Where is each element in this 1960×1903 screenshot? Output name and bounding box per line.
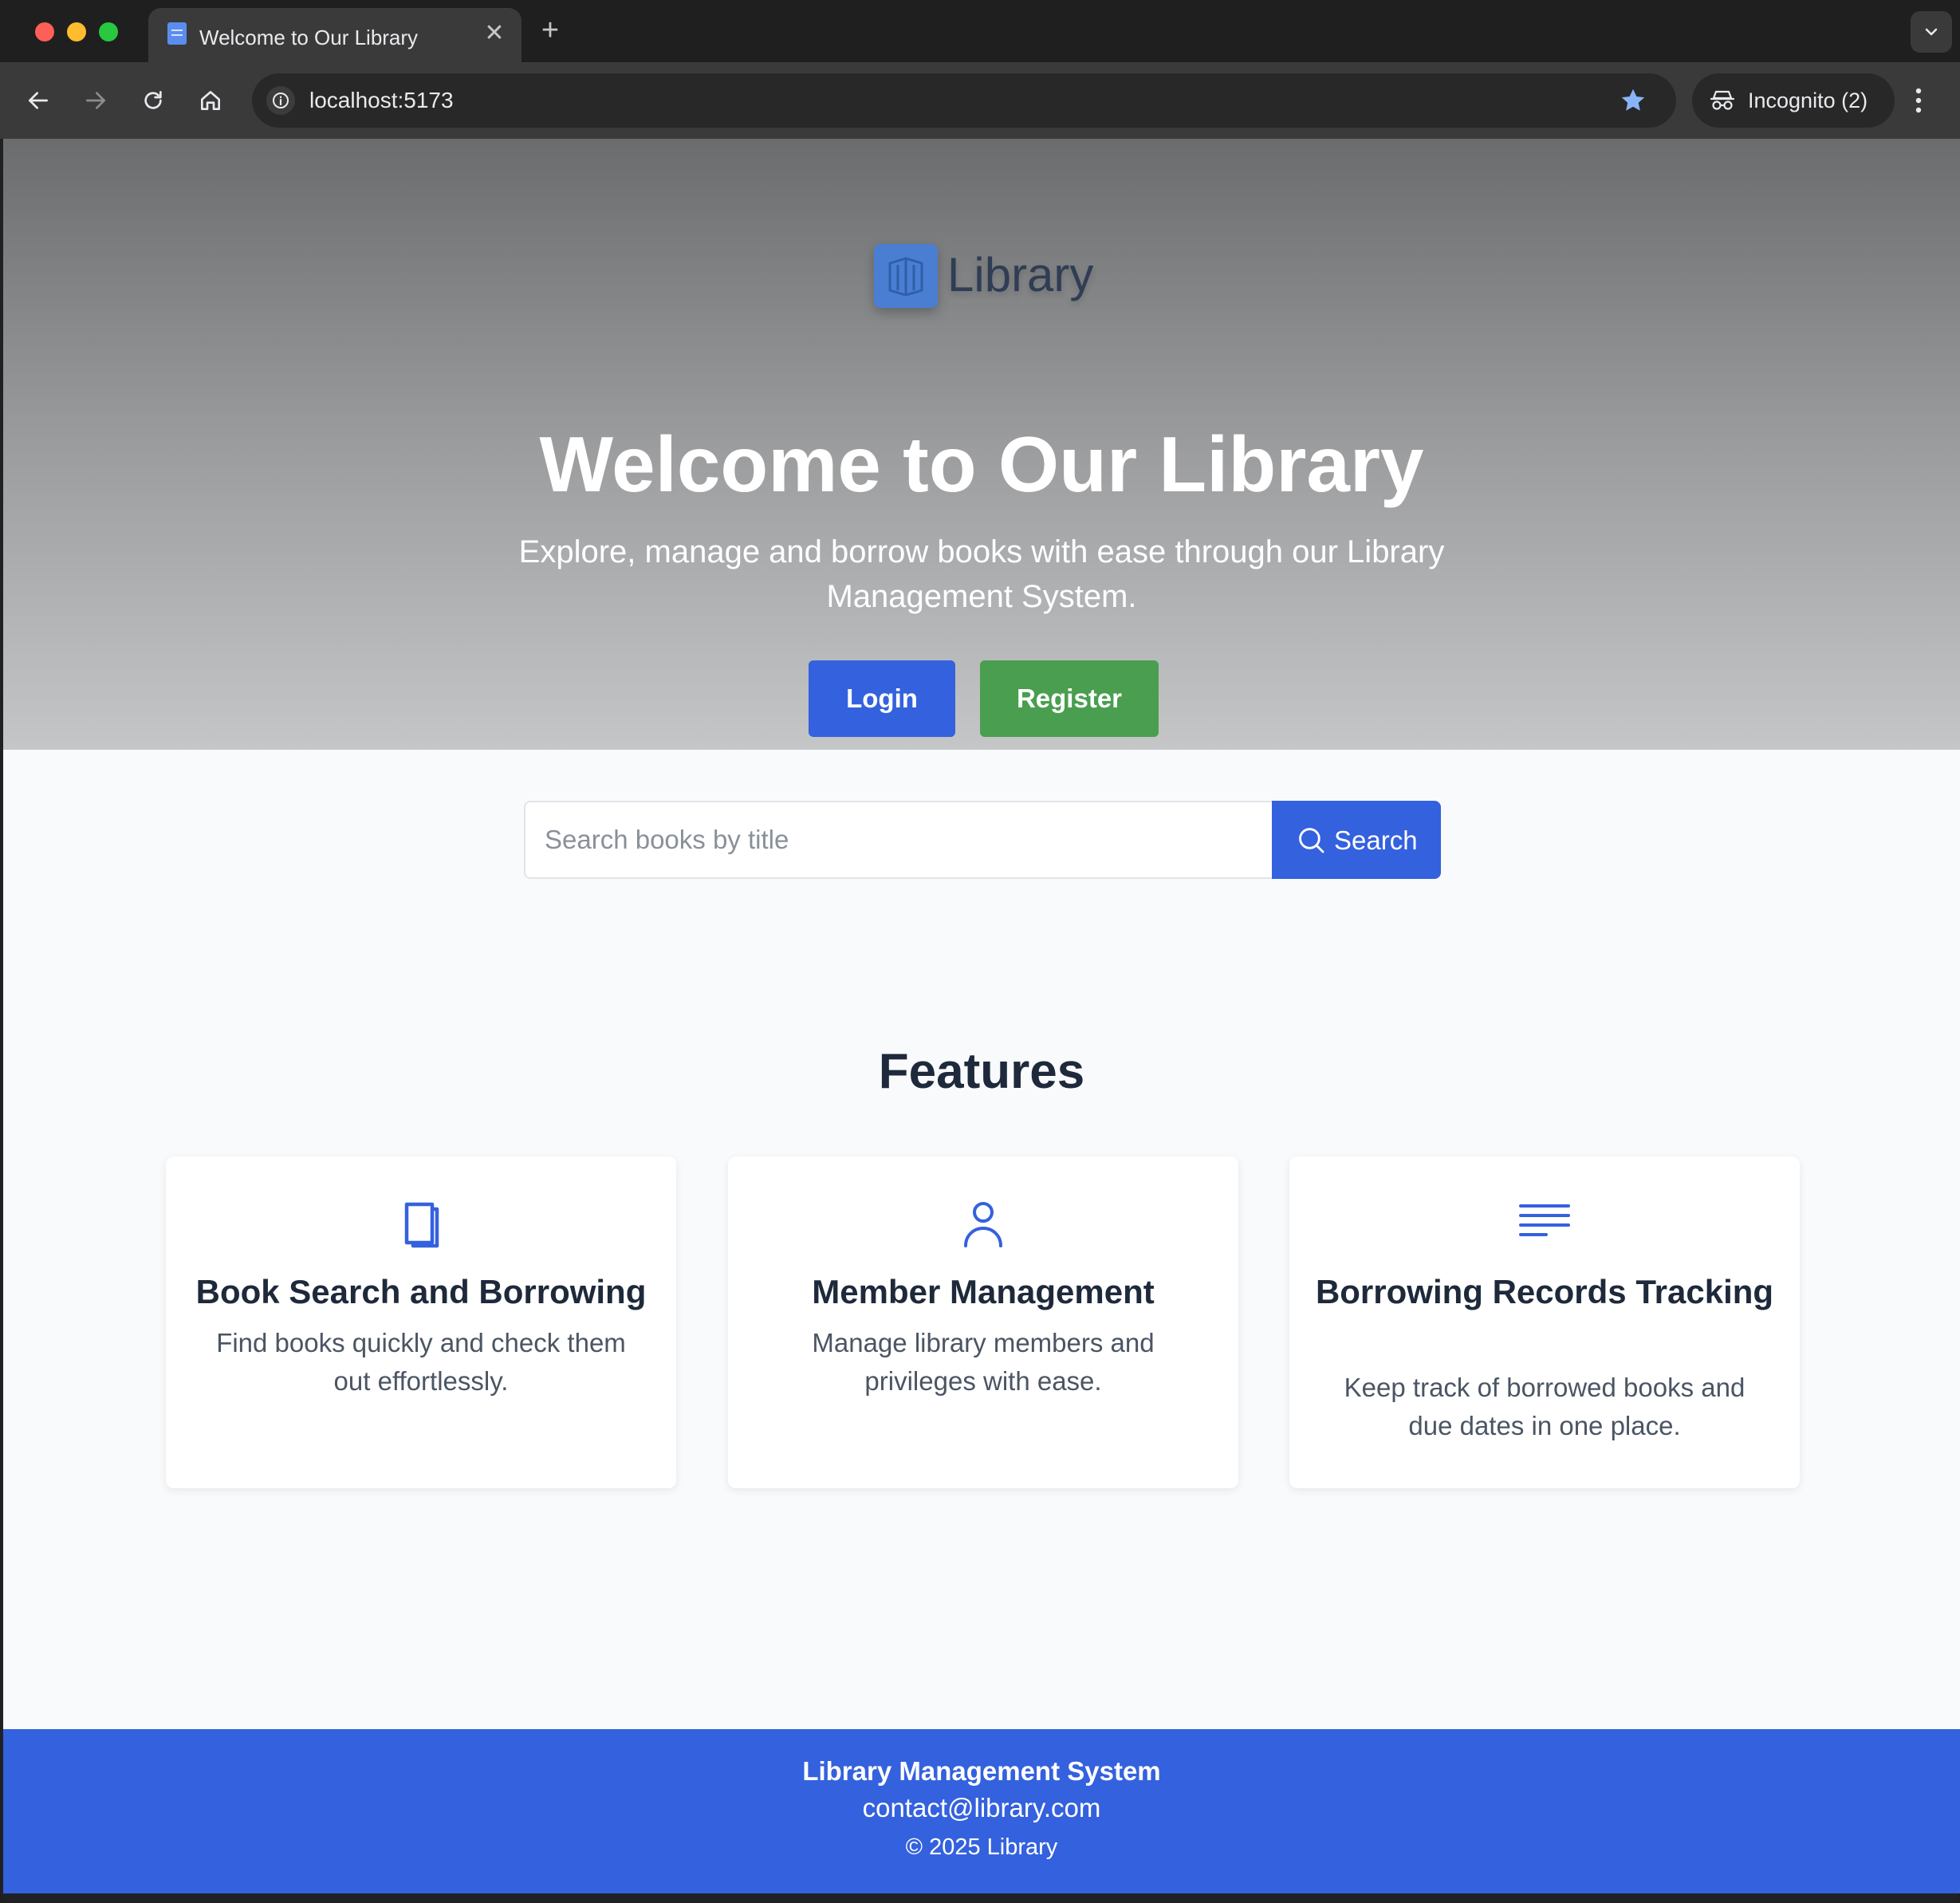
search-input[interactable] — [524, 801, 1272, 879]
feature-description: Manage library members and privileges wi… — [812, 1328, 1155, 1396]
address-bar[interactable]: localhost:5173 — [252, 73, 1676, 128]
page-content: Library Welcome to Our Library Explore, … — [3, 139, 1960, 1893]
footer-copyright: © 2025 Library — [905, 1834, 1058, 1860]
feature-card: Borrowing Records Tracking Keep track of… — [1289, 1156, 1800, 1488]
lines-icon — [1519, 1204, 1570, 1236]
register-button[interactable]: Register — [980, 660, 1159, 737]
feature-title: Member Management — [812, 1273, 1155, 1310]
feature-description: Find books quickly and check them out ef… — [216, 1328, 626, 1396]
more-menu-icon[interactable] — [1914, 80, 1923, 121]
url-text: localhost:5173 — [309, 88, 454, 112]
bookmark-star-icon[interactable] — [1619, 86, 1647, 115]
incognito-icon — [1710, 90, 1735, 110]
hero-section: Library Welcome to Our Library Explore, … — [3, 139, 1960, 750]
feature-description: Keep track of borrowed books and due dat… — [1344, 1373, 1746, 1440]
reload-icon — [144, 91, 162, 109]
tab-search-button[interactable] — [1911, 11, 1952, 53]
close-window-button[interactable] — [35, 22, 54, 41]
browser-window: Welcome to Our Library ✕ + localhost:517… — [0, 0, 1960, 1903]
minimize-window-button[interactable] — [67, 22, 86, 41]
browser-tab[interactable]: Welcome to Our Library ✕ — [148, 8, 521, 62]
page-title: Welcome to Our Library — [539, 420, 1424, 508]
library-logo-icon — [874, 244, 938, 308]
favicon-icon — [167, 22, 187, 45]
reload-button[interactable] — [132, 80, 174, 121]
site-logo: Library — [874, 244, 1113, 316]
footer-email[interactable]: contact@library.com — [3, 1793, 1960, 1823]
feature-title: Borrowing Records Tracking — [1315, 1273, 1774, 1310]
feature-card: Book Search and Borrowing Find books qui… — [166, 1156, 676, 1488]
feature-card: Member Management Manage library members… — [728, 1156, 1238, 1488]
search-bar: Search — [524, 801, 1441, 879]
profile-label: Incognito (2) — [1748, 89, 1868, 112]
user-icon — [964, 1202, 1002, 1247]
footer-title: Library Management System — [802, 1756, 1161, 1786]
incognito-profile-button[interactable]: Incognito (2) — [1692, 73, 1895, 128]
features-heading: Features — [878, 1044, 1085, 1099]
tab-title: Welcome to Our Library — [199, 26, 419, 49]
login-button[interactable]: Login — [809, 660, 955, 737]
arrow-right-icon — [86, 92, 105, 109]
home-button[interactable] — [190, 80, 231, 121]
site-info-icon[interactable] — [266, 86, 295, 115]
feature-title: Book Search and Borrowing — [195, 1273, 647, 1310]
back-button[interactable] — [18, 80, 59, 121]
chevron-down-icon — [1925, 28, 1938, 36]
hero-subtitle: Explore, manage and borrow books with ea… — [518, 534, 1445, 614]
search-button-label: Search — [1334, 825, 1418, 855]
page-footer: Library Management System contact@librar… — [3, 1729, 1960, 1893]
close-tab-icon[interactable]: ✕ — [480, 19, 509, 48]
search-icon — [1299, 828, 1324, 853]
logo-text: Library — [947, 248, 1094, 301]
book-icon — [404, 1202, 439, 1248]
tab-strip: Welcome to Our Library ✕ + — [0, 0, 1960, 62]
new-tab-button[interactable]: + — [534, 14, 566, 46]
search-button[interactable]: Search — [1272, 801, 1441, 879]
forward-button[interactable] — [75, 80, 116, 121]
home-icon — [201, 91, 220, 110]
maximize-window-button[interactable] — [99, 22, 118, 41]
browser-toolbar: localhost:5173 Incognito (2) — [0, 62, 1960, 139]
arrow-left-icon — [29, 92, 48, 109]
